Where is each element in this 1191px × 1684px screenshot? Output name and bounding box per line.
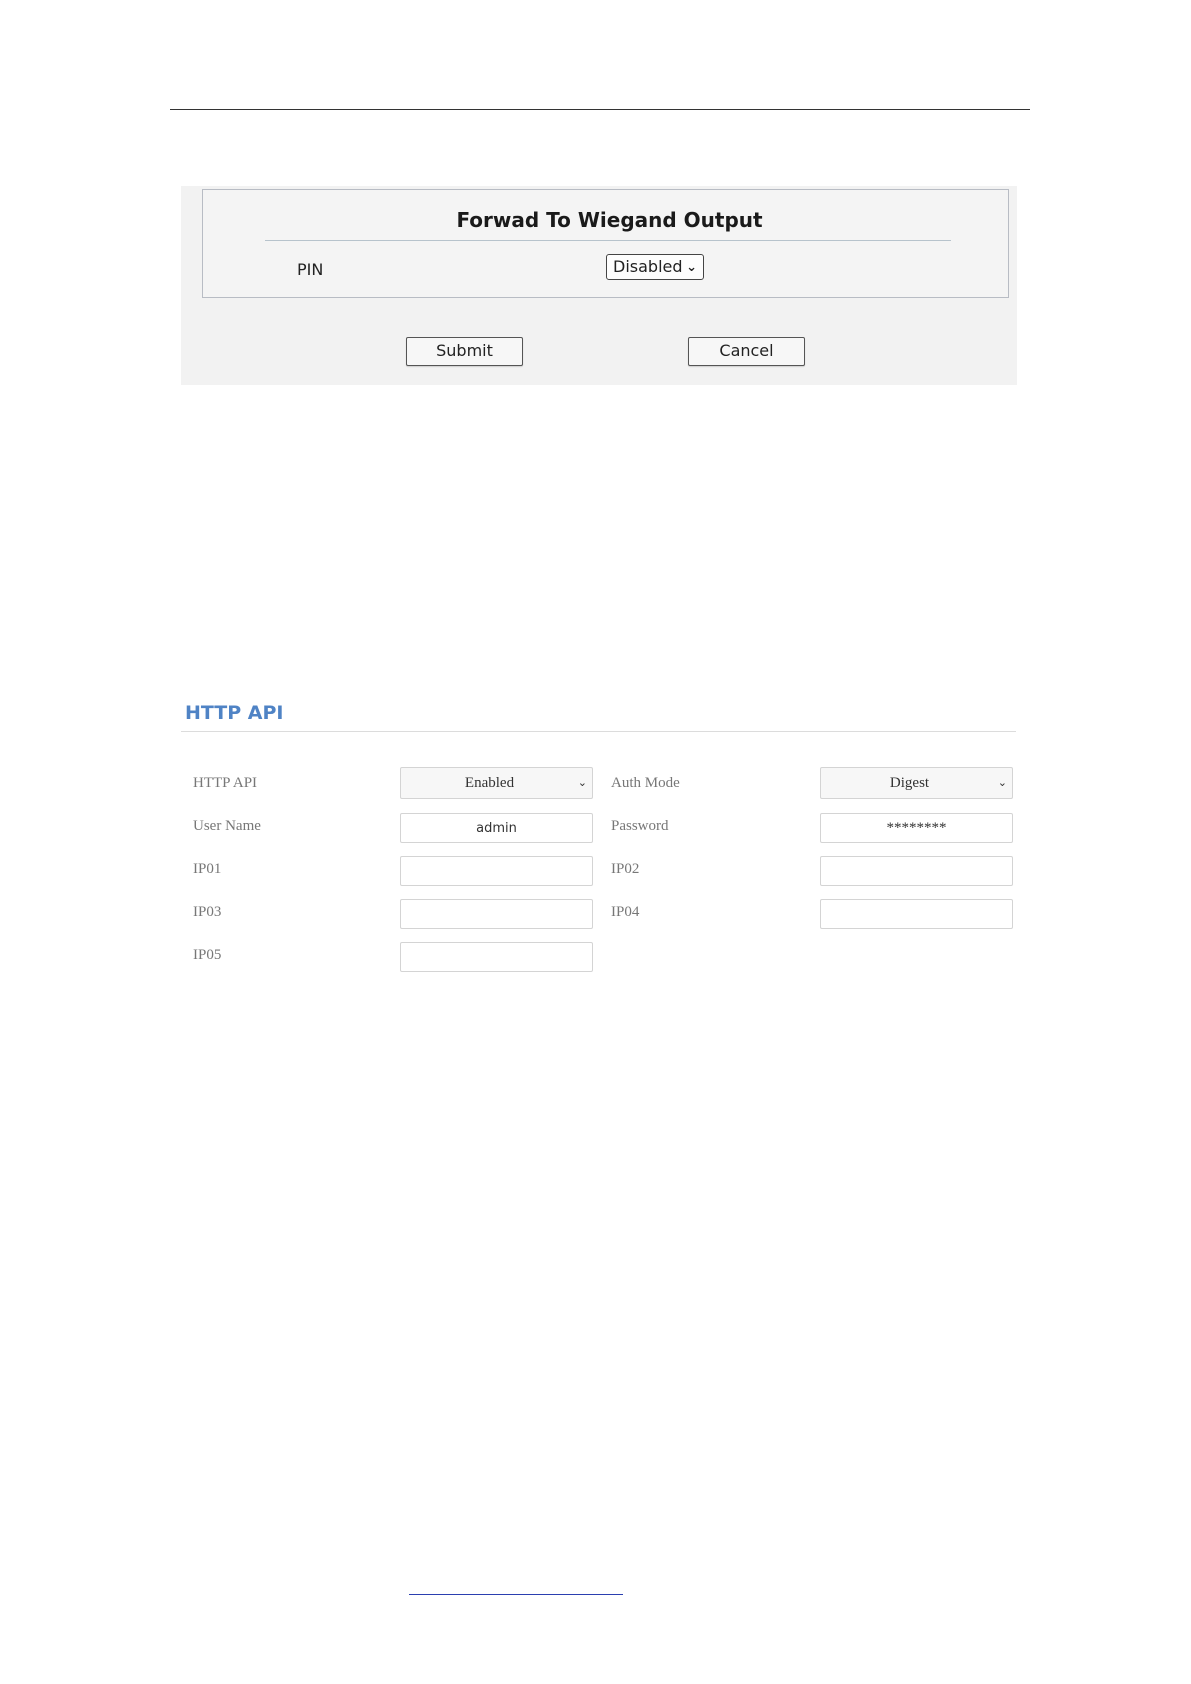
ip04-input[interactable] (820, 899, 1013, 929)
ip05-input[interactable] (400, 942, 593, 972)
ip03-input[interactable] (400, 899, 593, 929)
user-name-label: User Name (193, 818, 261, 834)
document-header-rule (170, 109, 1030, 110)
http-api-heading: HTTP API (185, 702, 284, 724)
ip01-input[interactable] (400, 856, 593, 886)
ip02-input[interactable] (820, 856, 1013, 886)
ip01-label: IP01 (193, 861, 222, 877)
chevron-down-icon: ⌄ (577, 777, 587, 789)
auth-mode-label: Auth Mode (611, 775, 680, 791)
ip03-label: IP03 (193, 904, 222, 920)
chevron-down-icon: ⌄ (997, 777, 1007, 789)
user-name-input[interactable]: admin (400, 813, 593, 843)
footer-link[interactable] (409, 1594, 623, 1595)
cancel-button[interactable]: Cancel (688, 337, 805, 366)
ip04-label: IP04 (611, 904, 640, 920)
http-api-heading-divider (181, 731, 1016, 732)
user-name-value: admin (476, 821, 517, 836)
http-api-select[interactable]: Enabled ⌄ (400, 767, 593, 799)
http-api-screenshot: HTTP API HTTP API Enabled ⌄ Auth Mode Di… (181, 698, 1017, 978)
password-label: Password (611, 818, 669, 834)
ip05-label: IP05 (193, 947, 222, 963)
wiegand-title: Forwad To Wiegand Output (456, 208, 763, 232)
http-api-select-value: Enabled (464, 775, 515, 791)
wiegand-title-divider (265, 240, 951, 241)
ip02-label: IP02 (611, 861, 640, 877)
submit-button[interactable]: Submit (406, 337, 523, 366)
pin-select[interactable]: Disabled ⌄ (606, 254, 704, 280)
pin-select-value: Disabled (613, 257, 683, 276)
auth-mode-select[interactable]: Digest ⌄ (820, 767, 1013, 799)
auth-mode-select-value: Digest (889, 775, 930, 791)
password-value: ******** (886, 820, 947, 836)
password-input[interactable]: ******** (820, 813, 1013, 843)
chevron-down-icon: ⌄ (686, 260, 697, 275)
pin-label: PIN (297, 260, 324, 279)
http-api-label: HTTP API (193, 775, 258, 791)
wiegand-settings-screenshot: Forwad To Wiegand Output PIN Disabled ⌄ … (181, 186, 1017, 385)
wiegand-panel: Forwad To Wiegand Output PIN Disabled ⌄ (202, 189, 1009, 298)
